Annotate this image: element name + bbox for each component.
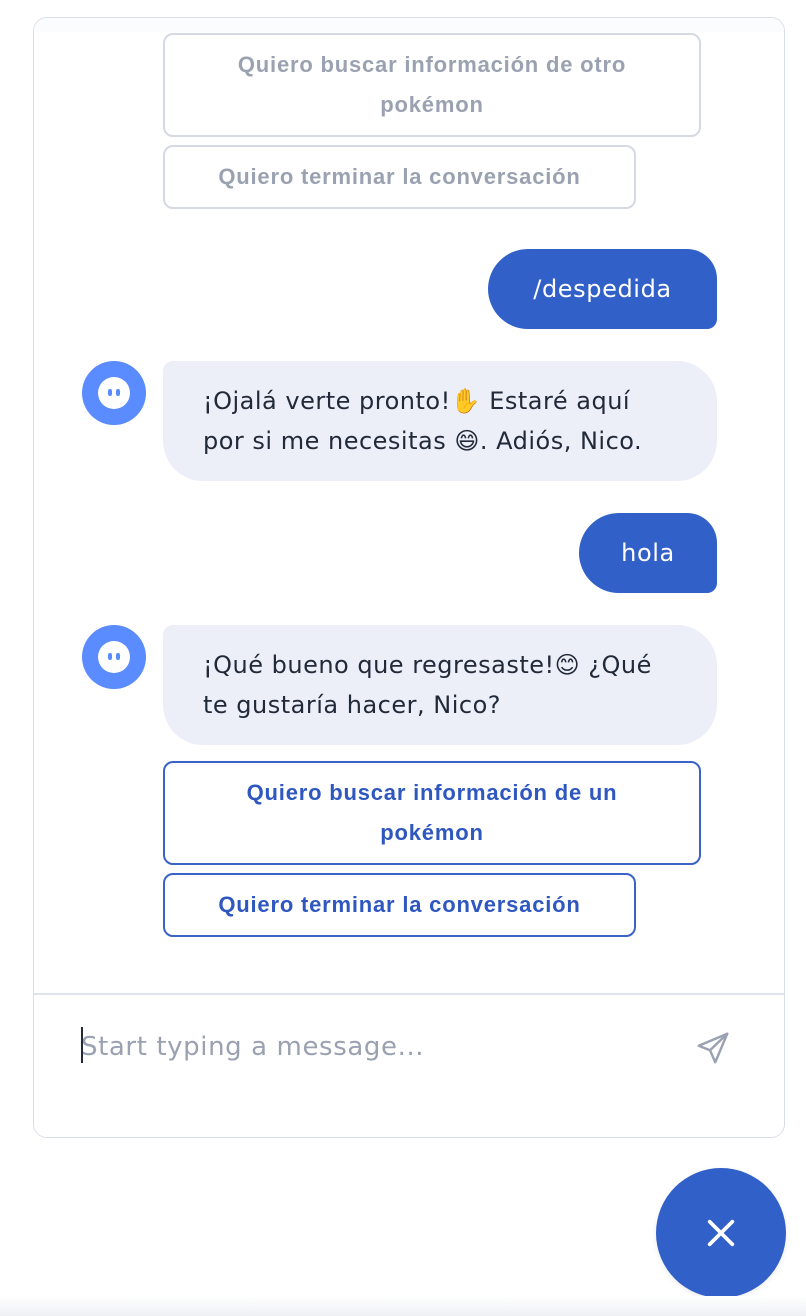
bot-avatar bbox=[82, 625, 146, 689]
quick-reply-search-pokemon[interactable]: Quiero buscar información de un pokémon bbox=[163, 761, 701, 865]
bot-face-icon bbox=[98, 641, 130, 673]
quick-reply-search-other-pokemon: Quiero buscar información de otro pokémo… bbox=[163, 33, 701, 137]
bot-message-text: ¡Ojalá verte pronto!✋ Estaré aquí por si… bbox=[203, 387, 643, 455]
message-list[interactable]: Quiero buscar información de otro pokémo… bbox=[34, 18, 784, 993]
quick-reply-label: Quiero buscar información de otro pokémo… bbox=[237, 52, 627, 117]
quick-reply-end-conversation[interactable]: Quiero terminar la conversación bbox=[163, 873, 636, 937]
paper-plane-icon bbox=[697, 1032, 729, 1064]
close-chat-button[interactable] bbox=[656, 1168, 786, 1298]
top-fade bbox=[34, 18, 784, 32]
bot-face-icon bbox=[98, 377, 130, 409]
send-button[interactable] bbox=[690, 1025, 736, 1071]
bot-message: ¡Qué bueno que regresaste!😊 ¿Qué te gust… bbox=[163, 625, 717, 745]
quick-reply-label: Quiero buscar información de un pokémon bbox=[246, 780, 618, 845]
user-message-text: hola bbox=[621, 539, 675, 567]
bot-avatar bbox=[82, 361, 146, 425]
user-message: /despedida bbox=[488, 249, 717, 329]
quick-reply-label: Quiero terminar la conversación bbox=[218, 164, 581, 189]
quick-reply-label: Quiero terminar la conversación bbox=[218, 892, 581, 917]
composer bbox=[34, 995, 784, 1137]
close-icon bbox=[707, 1219, 735, 1247]
message-input[interactable] bbox=[81, 1025, 661, 1069]
user-message-text: /despedida bbox=[533, 275, 672, 303]
quick-reply-end-conversation-old: Quiero terminar la conversación bbox=[163, 145, 636, 209]
chat-window: Quiero buscar información de otro pokémo… bbox=[33, 17, 785, 1138]
bottom-shade bbox=[0, 1296, 806, 1316]
user-message: hola bbox=[579, 513, 717, 593]
bot-message-text: ¡Qué bueno que regresaste!😊 ¿Qué te gust… bbox=[203, 651, 652, 719]
text-caret bbox=[81, 1027, 83, 1063]
bot-message: ¡Ojalá verte pronto!✋ Estaré aquí por si… bbox=[163, 361, 717, 481]
